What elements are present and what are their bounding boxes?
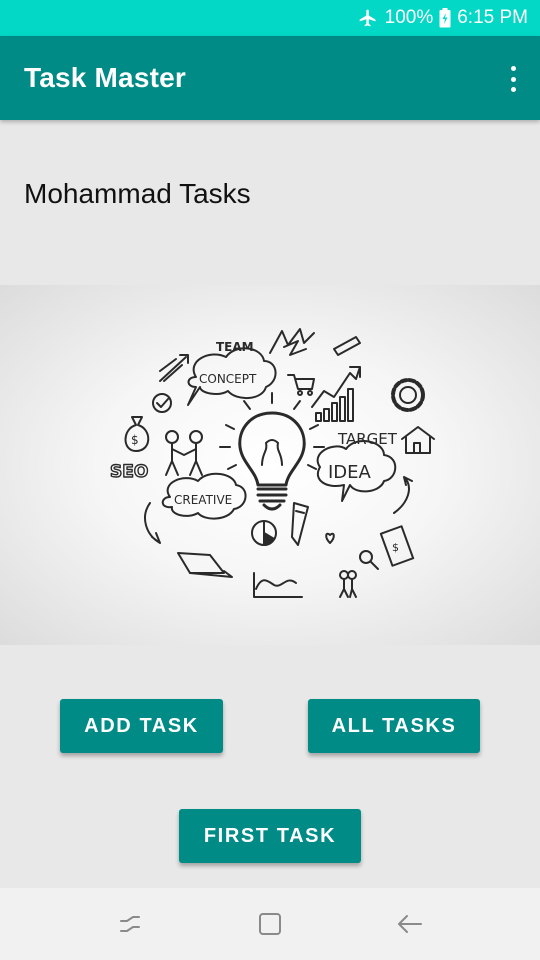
airplane-mode-icon: [357, 8, 379, 28]
svg-text:$: $: [392, 541, 399, 554]
battery-charging-icon: [439, 8, 451, 28]
back-icon[interactable]: [380, 894, 440, 954]
svg-text:$: $: [131, 433, 139, 447]
all-tasks-button[interactable]: ALL TASKS: [308, 699, 480, 753]
add-task-button[interactable]: ADD TASK: [60, 699, 223, 753]
target-label: TARGET: [337, 430, 398, 448]
clock: 6:15 PM: [457, 7, 528, 28]
lightbulb-icon: [219, 392, 325, 511]
hero-image: CONCEPT TEAM $ SEO CREATIVE $ IDEA TARGE…: [0, 285, 540, 645]
concept-label: CONCEPT: [199, 372, 257, 386]
idea-label: IDEA: [328, 462, 372, 483]
main-content: Mohammad Tasks CONCEPT TEAM $ SEO CREATI…: [0, 120, 540, 888]
app-title: Task Master: [24, 62, 186, 93]
recent-apps-icon[interactable]: [100, 894, 160, 954]
lightbulb-idea-illustration: CONCEPT TEAM $ SEO CREATIVE $ IDEA TARGE…: [109, 328, 435, 598]
app-bar: Task Master: [0, 36, 540, 120]
home-icon[interactable]: [240, 894, 300, 954]
creative-label: CREATIVE: [174, 493, 232, 507]
more-vert-icon[interactable]: [506, 66, 520, 92]
seo-label: SEO: [110, 462, 148, 482]
navigation-bar: [0, 888, 540, 960]
first-task-button[interactable]: FIRST TASK: [179, 809, 361, 863]
page-title: Mohammad Tasks: [24, 178, 251, 209]
team-label: TEAM: [216, 340, 254, 354]
status-bar: 100% 6:15 PM: [0, 0, 540, 36]
battery-percent: 100%: [384, 7, 434, 28]
